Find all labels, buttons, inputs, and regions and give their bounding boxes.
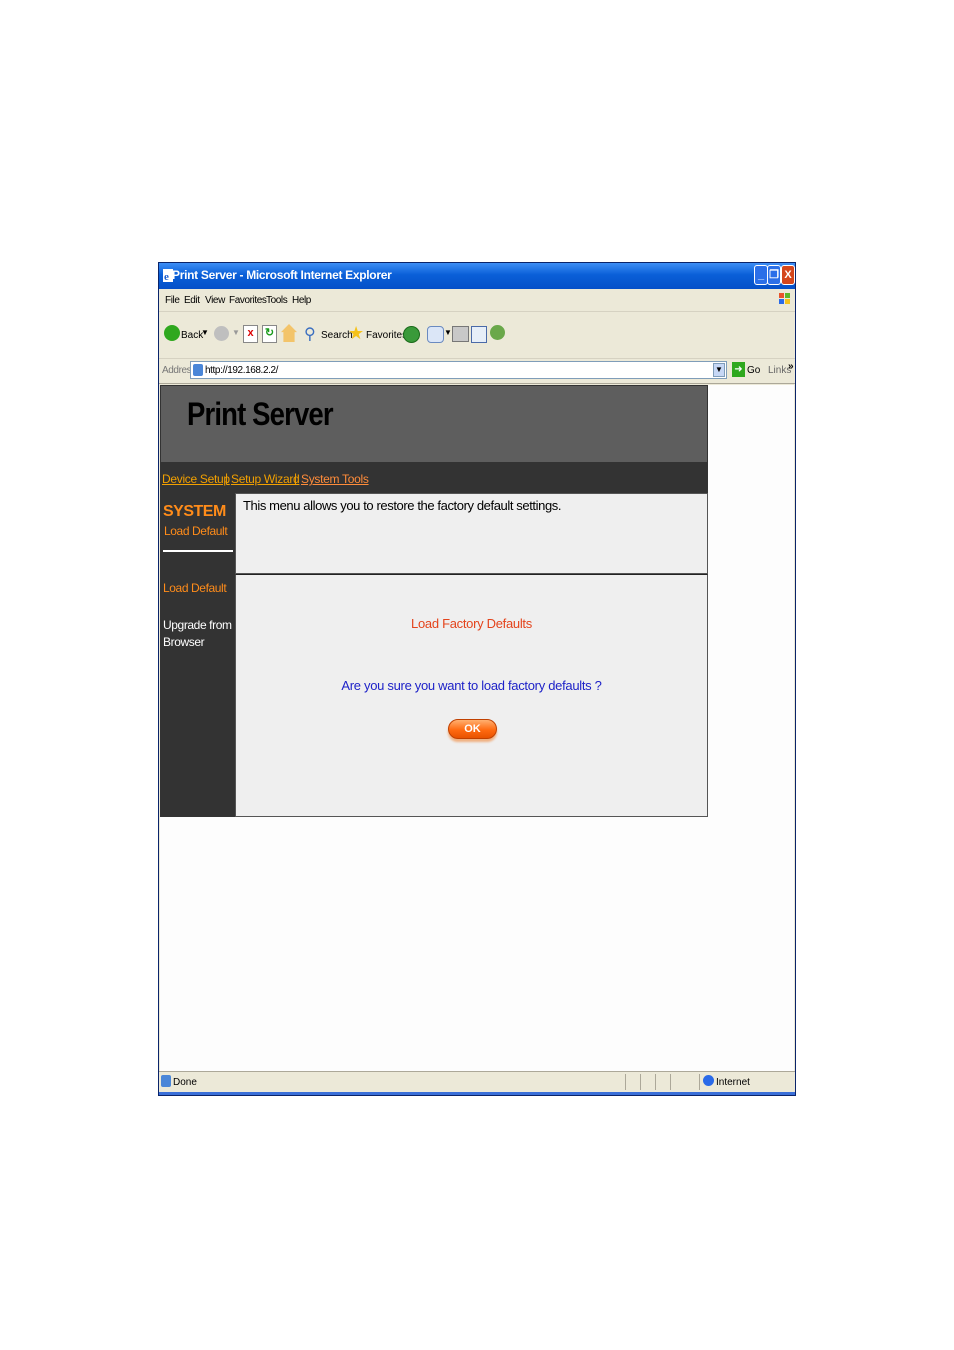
- menu-file[interactable]: File: [165, 295, 180, 306]
- browser-window: e Print Server - Microsoft Internet Expl…: [158, 262, 796, 1096]
- ok-button[interactable]: OK: [448, 719, 497, 739]
- sidebar: SYSTEM Load Default Load Default Upgrade…: [160, 493, 235, 817]
- forward-arrow-icon[interactable]: [214, 326, 229, 341]
- address-input[interactable]: http://192.168.2.2/ ▼: [190, 361, 727, 379]
- status-zone: Internet: [716, 1077, 750, 1088]
- globe-icon: [703, 1075, 714, 1086]
- menu-tools[interactable]: Tools: [266, 295, 288, 306]
- page-content: Print Server Device Setup | Setup Wizard…: [160, 385, 794, 1071]
- status-divider: [640, 1074, 641, 1090]
- back-button-label[interactable]: Back: [181, 330, 203, 341]
- window-bottom-border: [159, 1092, 795, 1095]
- menu-view[interactable]: View: [205, 295, 225, 306]
- close-button[interactable]: X: [781, 265, 795, 285]
- minimize-button[interactable]: _: [754, 265, 768, 285]
- description-panel: This menu allows you to restore the fact…: [235, 493, 708, 574]
- favorites-star-icon[interactable]: ★: [348, 323, 364, 344]
- top-nav: Device Setup | Setup Wizard | System Too…: [160, 463, 708, 493]
- page-title: Print Server: [187, 396, 334, 432]
- favorites-button-label[interactable]: Favorites: [366, 330, 407, 341]
- confirm-question: Are you sure you want to load factory de…: [341, 678, 602, 693]
- sidebar-section-title: SYSTEM: [163, 503, 226, 520]
- status-divider: [699, 1074, 700, 1090]
- status-text: Done: [173, 1077, 197, 1088]
- window-title: Print Server - Microsoft Internet Explor…: [172, 268, 392, 282]
- sidebar-item-upgrade[interactable]: Upgrade from Browser: [163, 617, 233, 651]
- nav-system-tools[interactable]: System Tools: [301, 472, 369, 486]
- nav-separator: |: [225, 471, 229, 485]
- nav-separator: |: [294, 471, 298, 485]
- refresh-icon[interactable]: ↻: [262, 325, 277, 343]
- status-divider: [655, 1074, 656, 1090]
- status-divider: [670, 1074, 671, 1090]
- address-url: http://192.168.2.2/: [205, 365, 279, 376]
- home-icon[interactable]: [281, 324, 297, 342]
- status-page-icon: [161, 1075, 171, 1087]
- windows-logo-icon: [779, 293, 790, 304]
- mail-icon[interactable]: [427, 326, 444, 343]
- back-arrow-icon[interactable]: [164, 325, 180, 341]
- standard-toolbar: Back ▼ ▼ x ↻ ⚲ Search ★ Favorites ▼: [159, 312, 795, 359]
- page-header: Print Server: [160, 385, 708, 463]
- address-bar: Address http://192.168.2.2/ ▼ ➜ Go Links…: [159, 359, 795, 384]
- nav-device-setup[interactable]: Device Setup: [162, 472, 230, 486]
- print-icon[interactable]: [452, 326, 469, 342]
- menu-help[interactable]: Help: [292, 295, 311, 306]
- nav-setup-wizard[interactable]: Setup Wizard: [231, 472, 300, 486]
- back-dropdown-icon[interactable]: ▼: [201, 328, 209, 337]
- go-button-label[interactable]: Go: [747, 365, 760, 376]
- menu-favorites[interactable]: Favorites: [229, 295, 267, 306]
- svg-text:e: e: [164, 271, 169, 283]
- restore-button[interactable]: ❐: [767, 265, 781, 285]
- links-chevron-icon[interactable]: »: [788, 361, 794, 372]
- description-text: This menu allows you to restore the fact…: [243, 498, 562, 513]
- forward-dropdown-icon[interactable]: ▼: [232, 328, 240, 337]
- stop-icon[interactable]: x: [243, 325, 258, 343]
- confirm-panel: Load Factory Defaults Are you sure you w…: [235, 574, 708, 817]
- sidebar-divider: [163, 550, 233, 552]
- menu-bar: File Edit View Favorites Tools Help: [159, 289, 795, 312]
- address-dropdown-icon[interactable]: ▼: [713, 363, 725, 377]
- title-bar[interactable]: e Print Server - Microsoft Internet Expl…: [159, 263, 795, 289]
- status-bar: Done Internet: [159, 1071, 795, 1092]
- search-icon[interactable]: ⚲: [304, 324, 316, 344]
- page-icon: [193, 364, 203, 376]
- messenger-icon[interactable]: [490, 325, 505, 340]
- status-divider: [625, 1074, 626, 1090]
- menu-edit[interactable]: Edit: [184, 295, 200, 306]
- sidebar-item-load-default[interactable]: Load Default: [163, 581, 227, 595]
- go-arrow-icon[interactable]: ➜: [732, 362, 745, 377]
- mail-dropdown-icon[interactable]: ▼: [444, 328, 452, 337]
- history-icon[interactable]: [403, 326, 420, 343]
- sidebar-section-subtitle: Load Default: [164, 524, 228, 538]
- edit-icon[interactable]: [471, 326, 487, 343]
- confirm-heading: Load Factory Defaults: [411, 616, 532, 631]
